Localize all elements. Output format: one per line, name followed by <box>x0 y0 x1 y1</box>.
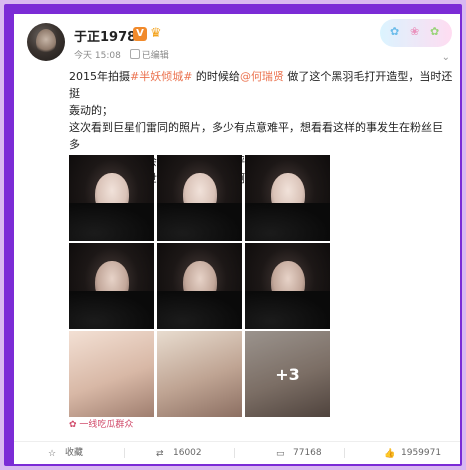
chevron-down-icon[interactable]: ⌄ <box>442 52 450 63</box>
photo-6[interactable] <box>245 243 330 329</box>
photo-9-more[interactable]: +3 <box>245 331 330 417</box>
post-line-3: 这次看到巨星们雷同的照片，多少有点意难平，想看看这样的事发生在粉丝巨多 <box>69 121 443 151</box>
like-button[interactable]: 👍 1959971 <box>384 442 441 464</box>
comment-button[interactable]: ▭ 77168 <box>276 442 322 464</box>
favorite-button[interactable]: ☆ 收藏 <box>48 442 83 464</box>
like-icon: 👍 <box>384 449 396 459</box>
star-icon: ☆ <box>48 449 57 459</box>
author-avatar[interactable] <box>27 23 65 61</box>
like-count: 1959971 <box>401 448 442 458</box>
edited-text: 已编辑 <box>141 51 169 61</box>
edit-icon <box>129 49 140 59</box>
photo-2[interactable] <box>157 155 242 241</box>
comment-icon: ▭ <box>276 449 285 459</box>
repost-icon: ⇄ <box>156 449 164 459</box>
favorite-label: 收藏 <box>65 448 84 458</box>
source-tag[interactable]: ✿ 一线吃瓜群众 <box>69 417 133 430</box>
post-line-1: 2015年拍摄#半妖倾城# 的时候给@何瑞贤 做了这个黑羽毛打开造型，当时还挺 <box>69 70 453 100</box>
mention-link[interactable]: @何瑞贤 <box>240 70 284 83</box>
action-separator <box>344 448 345 458</box>
photo-7[interactable] <box>69 331 154 417</box>
author-name[interactable]: 于正1978 <box>74 26 136 45</box>
comment-count: 77168 <box>293 448 322 458</box>
repost-button[interactable]: ⇄ 16002 <box>156 442 202 464</box>
topic-tag[interactable]: #半妖倾城# <box>130 70 192 83</box>
weibo-post-card: 于正1978 V ♛ 今天 15:08 已编辑 ✿ ❀ ✿ ⌄ 2015年拍摄#… <box>14 14 460 464</box>
source-text: 一线吃瓜群众 <box>79 420 134 430</box>
photo-5[interactable] <box>157 243 242 329</box>
post-line-2: 轰动的； <box>69 104 113 117</box>
action-bar: ☆ 收藏 ⇄ 16002 ▭ 77168 👍 1959971 <box>14 442 460 464</box>
vip-badge: V <box>133 27 147 41</box>
repost-count: 16002 <box>173 448 202 458</box>
purple-frame: 于正1978 V ♛ 今天 15:08 已编辑 ✿ ❀ ✿ ⌄ 2015年拍摄#… <box>4 4 462 466</box>
flower-icon: ✿ <box>69 420 77 430</box>
crown-icon: ♛ <box>150 26 162 41</box>
photo-1[interactable] <box>69 155 154 241</box>
edited-label[interactable]: 已编辑 <box>129 49 169 61</box>
post-meta: 今天 15:08 已编辑 <box>74 48 169 61</box>
action-separator <box>234 448 235 458</box>
photo-4[interactable] <box>69 243 154 329</box>
more-photos-count[interactable]: +3 <box>245 331 330 417</box>
photo-3[interactable] <box>245 155 330 241</box>
post-time: 今天 15:08 <box>74 51 121 61</box>
photo-8[interactable] <box>157 331 242 417</box>
action-separator <box>124 448 125 458</box>
profile-decoration: ✿ ❀ ✿ <box>380 19 452 47</box>
